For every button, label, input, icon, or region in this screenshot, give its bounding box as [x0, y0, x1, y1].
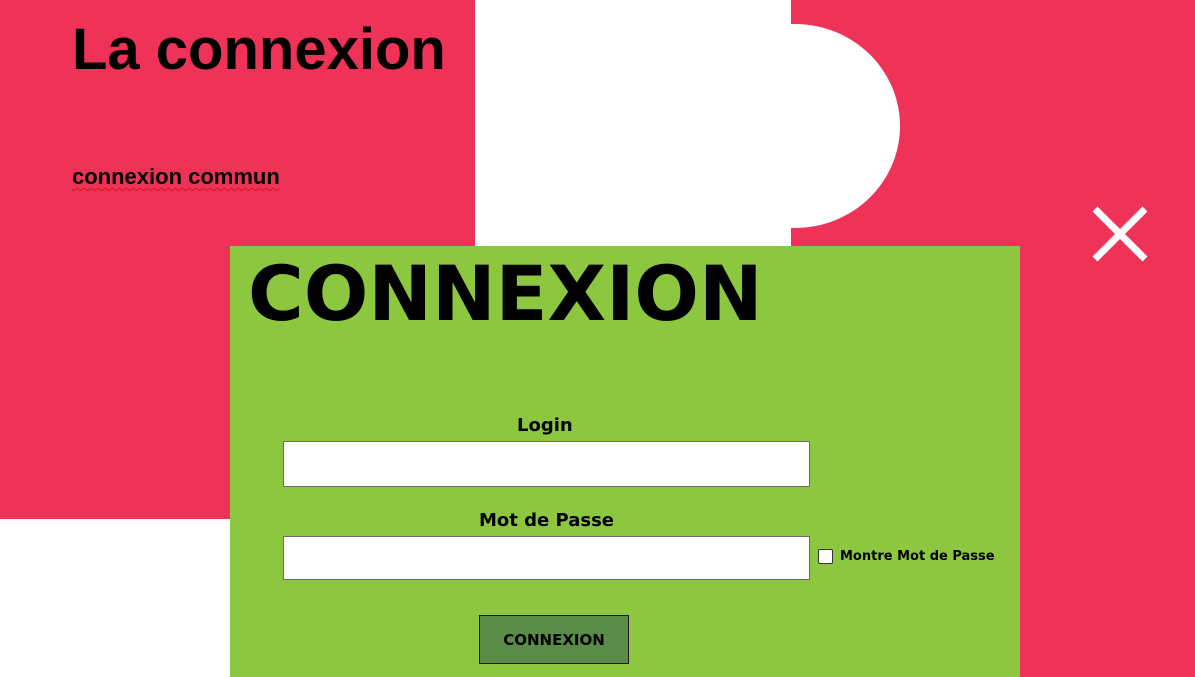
connexion-button[interactable]: CONNEXION	[479, 615, 629, 664]
close-icon	[1092, 206, 1148, 262]
show-password-label: Montre Mot de Passe	[840, 549, 995, 564]
login-label: Login	[517, 415, 573, 436]
page-subtitle-text: connexion commun	[72, 164, 280, 189]
page-subtitle: connexion commun	[72, 164, 280, 190]
close-button[interactable]	[1090, 204, 1150, 264]
password-label: Mot de Passe	[479, 510, 614, 531]
show-password-toggle[interactable]: Montre Mot de Passe	[818, 549, 995, 564]
login-heading: CONNEXION	[248, 249, 763, 338]
password-input[interactable]	[283, 536, 810, 580]
page: La connexion connexion commun CONNEXION …	[0, 0, 1195, 677]
page-title: La connexion	[72, 18, 446, 82]
login-input[interactable]	[283, 441, 810, 487]
show-password-checkbox[interactable]	[818, 549, 833, 564]
decorative-circle	[690, 24, 900, 228]
login-panel: CONNEXION Login Mot de Passe Montre Mot …	[230, 246, 1020, 677]
page-title-text: La connexion	[72, 17, 446, 82]
